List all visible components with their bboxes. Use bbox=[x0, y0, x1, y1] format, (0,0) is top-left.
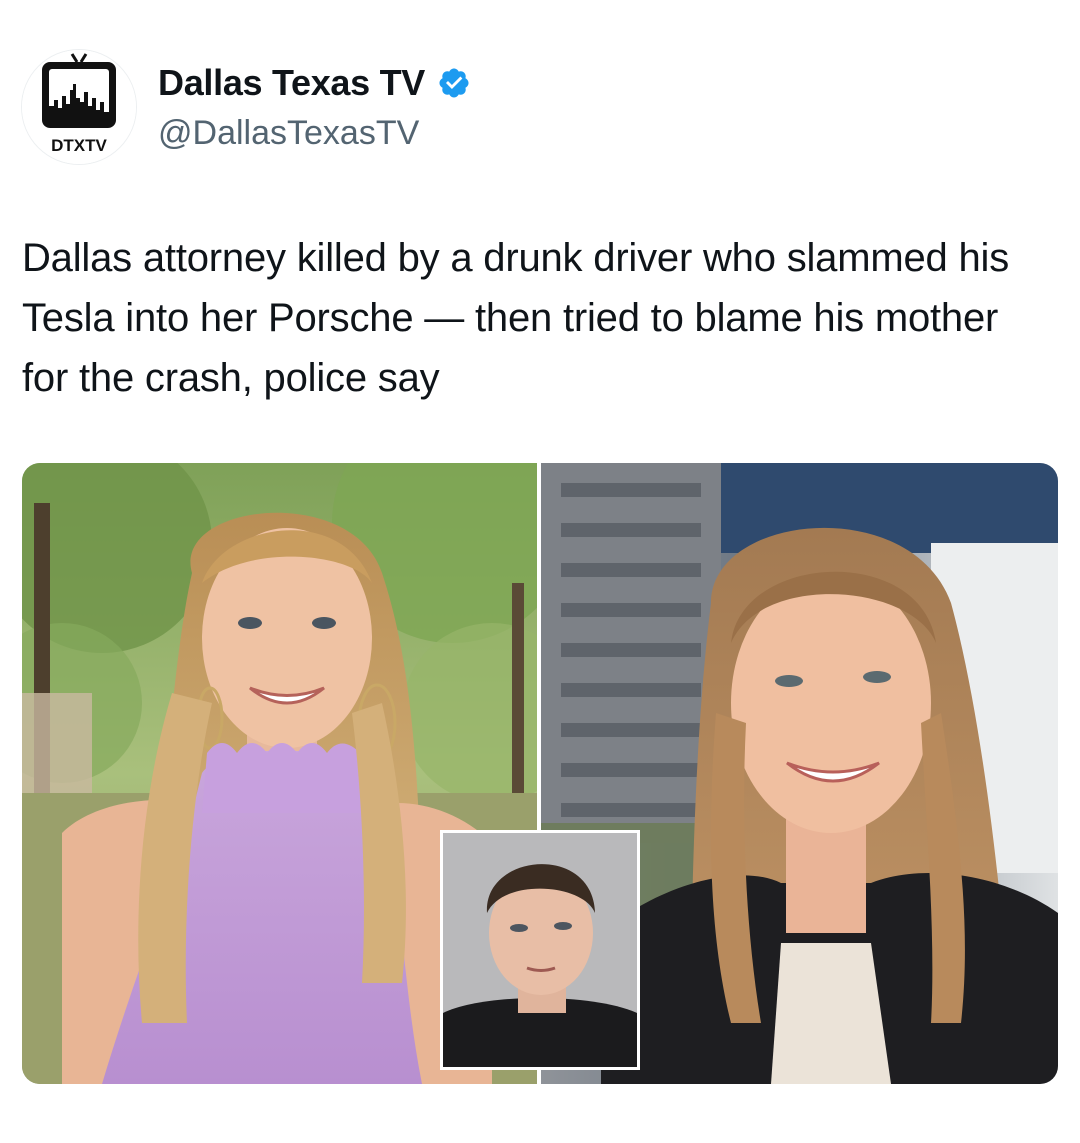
tweet-card: DTXTV Dallas Texas TV @DallasTexasTV Dal… bbox=[0, 0, 1080, 1143]
avatar-label: DTXTV bbox=[51, 136, 107, 155]
account-name-text[interactable]: Dallas Texas TV bbox=[158, 62, 425, 104]
photo-mugshot-inset[interactable] bbox=[440, 830, 640, 1070]
tweet-media[interactable] bbox=[22, 463, 1058, 1084]
tweet-text: Dallas attorney killed by a drunk driver… bbox=[22, 236, 1010, 400]
verified-badge-icon bbox=[439, 68, 469, 98]
dtxtv-logo-icon: DTXTV bbox=[22, 50, 136, 164]
account-name[interactable]: Dallas Texas TV bbox=[158, 62, 471, 104]
account-handle[interactable]: @DallasTexasTV bbox=[158, 114, 419, 153]
account-avatar[interactable]: DTXTV bbox=[22, 50, 136, 164]
